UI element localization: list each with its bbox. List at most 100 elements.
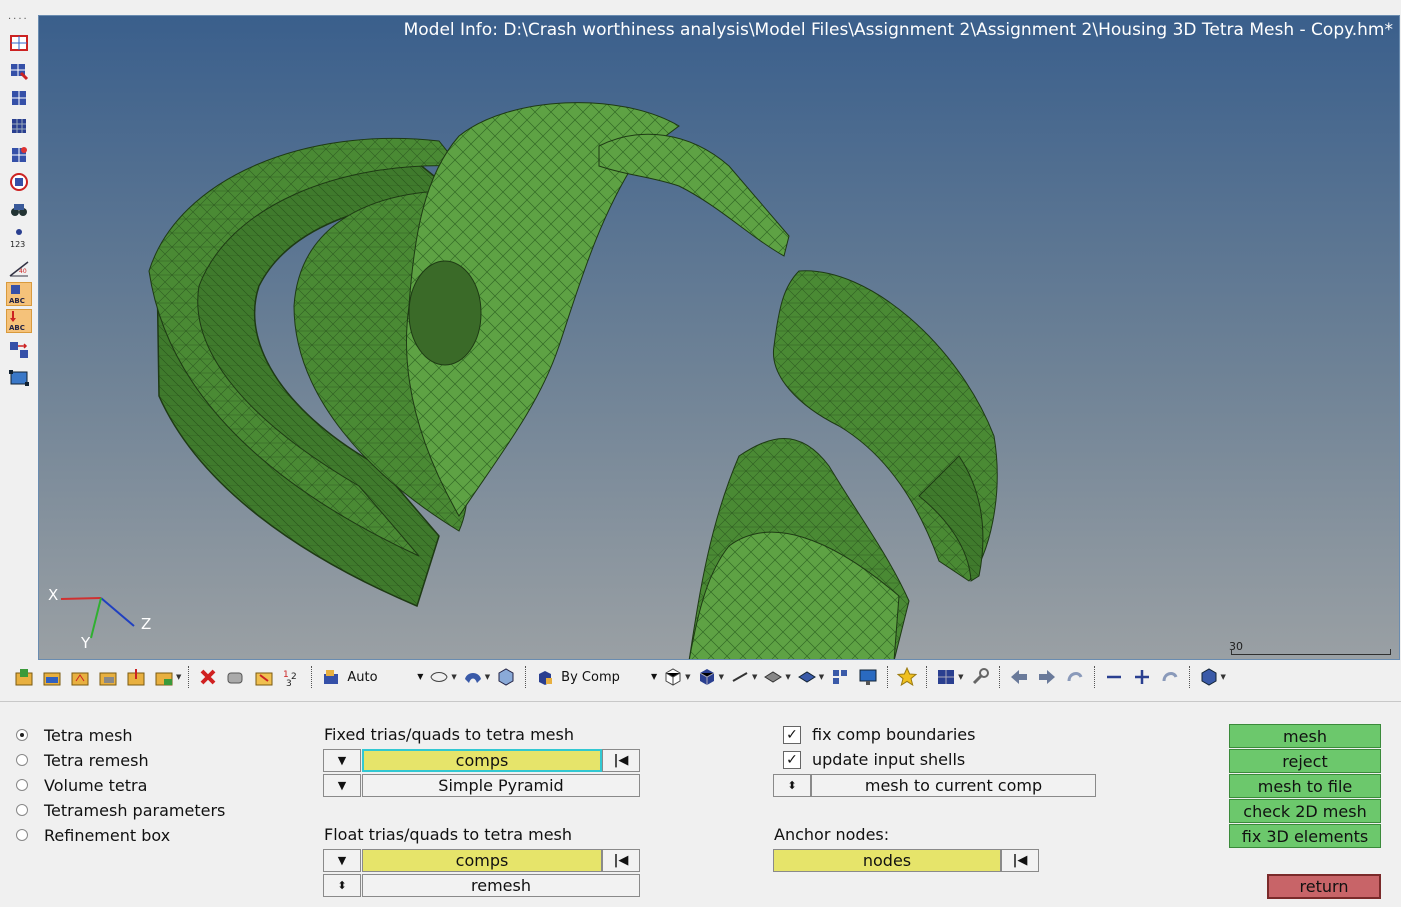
rotate-view-icon[interactable] (1158, 665, 1182, 689)
anchor-reset-button[interactable]: |◀ (1001, 849, 1039, 872)
plane-icon[interactable] (6, 366, 32, 390)
radio[interactable] (16, 754, 28, 766)
export-icon[interactable] (124, 665, 148, 689)
element-types-icon[interactable] (828, 665, 852, 689)
wrench-icon[interactable] (968, 665, 992, 689)
fixed-comps-selector[interactable]: comps (362, 749, 602, 772)
node-id-icon[interactable]: 123 (6, 226, 32, 250)
view-orientation-icon[interactable] (1197, 665, 1221, 689)
mode-tetramesh-parameters[interactable]: Tetramesh parameters (16, 799, 225, 821)
return-button[interactable]: return (1267, 874, 1381, 899)
mode-refinement-box[interactable]: Refinement box (16, 824, 170, 846)
load-abc-icon[interactable]: ABC (6, 309, 32, 333)
svg-text:40: 40 (19, 268, 27, 275)
no-select-icon[interactable] (6, 170, 32, 194)
chevron-down-icon[interactable]: ▼ (485, 673, 490, 681)
chevron-down-icon[interactable]: ▼ (176, 673, 181, 681)
chevron-down-icon[interactable]: ▼ (1221, 673, 1226, 681)
delete-icon[interactable] (196, 665, 220, 689)
float-selector-dropdown[interactable]: ▼ (323, 849, 361, 872)
mode-tetra-remesh[interactable]: Tetra remesh (16, 749, 149, 771)
chevron-down-icon[interactable]: ▼ (958, 673, 963, 681)
fixed-selector-dropdown[interactable]: ▼ (323, 749, 361, 772)
reject-button[interactable]: reject (1229, 749, 1381, 773)
chevron-down-icon[interactable]: ▼ (819, 673, 824, 681)
chevron-down-icon: ▼ (651, 672, 658, 681)
favorite-star-icon[interactable] (895, 665, 919, 689)
clear-icon[interactable] (224, 665, 248, 689)
color-mode-select[interactable]: By Comp ▼ (559, 666, 659, 688)
destination-value[interactable]: mesh to current comp (811, 774, 1096, 797)
next-view-icon[interactable] (1035, 665, 1059, 689)
import-model-icon[interactable] (12, 665, 36, 689)
chevron-down-icon[interactable]: ▼ (451, 673, 456, 681)
export-solver-icon[interactable] (152, 665, 176, 689)
mode-tetra-mesh[interactable]: Tetra mesh (16, 724, 133, 746)
import-geometry-icon[interactable] (96, 665, 120, 689)
reset-icon: |◀ (613, 853, 629, 868)
chevron-down-icon[interactable]: ▼ (685, 673, 690, 681)
shaded-elements-icon[interactable] (695, 665, 719, 689)
radio[interactable] (16, 804, 28, 816)
shell-display-icon[interactable] (795, 665, 819, 689)
graphics-viewport[interactable]: X Y Z Model Info: D:\Crash worthiness an… (38, 15, 1400, 660)
find-icon[interactable] (6, 198, 32, 222)
radio[interactable] (16, 779, 28, 791)
float-reset-button[interactable]: |◀ (602, 849, 640, 872)
float-option-value[interactable]: remesh (362, 874, 640, 897)
up-down-icon: ⬍ (337, 879, 347, 892)
fixed-option-value[interactable]: Simple Pyramid (362, 774, 640, 797)
fix-3d-elements-button[interactable]: fix 3D elements (1229, 824, 1381, 848)
zoom-in-icon[interactable] (1130, 665, 1154, 689)
folder-icon[interactable] (252, 665, 276, 689)
fix-comp-boundaries-checkbox[interactable]: ✓ (783, 726, 801, 744)
svg-text:ABC: ABC (9, 324, 25, 332)
scale-bar (1231, 649, 1391, 655)
wire-elements-icon[interactable] (661, 665, 685, 689)
toolbar-separator (998, 666, 1000, 688)
tetra-elements-icon[interactable] (6, 114, 32, 138)
zoom-out-icon[interactable] (1102, 665, 1126, 689)
mesh-button[interactable]: mesh (1229, 724, 1381, 748)
radio[interactable] (16, 829, 28, 841)
monitor-icon[interactable] (856, 665, 880, 689)
chevron-down-icon[interactable]: ▼ (785, 673, 790, 681)
line-display-icon[interactable] (728, 665, 752, 689)
float-comps-selector[interactable]: comps (362, 849, 602, 872)
anchor-nodes-selector[interactable]: nodes (773, 849, 1001, 872)
auto-display-icon (319, 665, 343, 689)
check-2d-mesh-button[interactable]: check 2D mesh (1229, 799, 1381, 823)
renumber-icon[interactable]: 123 (280, 665, 304, 689)
chevron-down-icon[interactable]: ▼ (752, 673, 757, 681)
previous-view-icon[interactable] (1007, 665, 1031, 689)
mode-volume-tetra[interactable]: Volume tetra (16, 774, 147, 796)
auto-select[interactable]: Auto ▼ (345, 666, 425, 688)
display-elements-icon[interactable] (6, 86, 32, 110)
measure-icon[interactable]: 40 (6, 256, 32, 280)
label-abc-icon[interactable]: ABC (6, 282, 32, 306)
fixed-option-dropdown[interactable]: ▼ (323, 774, 361, 797)
transfer-icon[interactable] (6, 338, 32, 362)
fixed-reset-button[interactable]: |◀ (602, 749, 640, 772)
undo-view-icon[interactable] (1063, 665, 1087, 689)
chevron-down-icon[interactable]: ▼ (719, 673, 724, 681)
float-option-toggle[interactable]: ⬍ (323, 874, 361, 897)
mask-elements-icon[interactable] (934, 665, 958, 689)
solid-box-icon[interactable] (494, 665, 518, 689)
mode-label: Refinement box (44, 825, 171, 845)
shell-check-icon[interactable] (6, 143, 32, 167)
mesh-to-file-button[interactable]: mesh to file (1229, 774, 1381, 798)
svg-text:123: 123 (10, 240, 25, 249)
wireframe-shading-icon[interactable] (427, 665, 451, 689)
destination-toggle[interactable]: ⬍ (773, 774, 811, 797)
tetramesh-panel: Tetra mesh Tetra remesh Volume tetra Tet… (0, 702, 1401, 907)
open-model-icon[interactable] (40, 665, 64, 689)
element-mask-icon[interactable] (6, 59, 32, 83)
elements-icon[interactable] (6, 31, 32, 55)
update-input-shells-checkbox[interactable]: ✓ (783, 751, 801, 769)
radio-selected[interactable] (16, 729, 28, 741)
toolbar-grip: ···· (8, 14, 29, 25)
surface-display-icon[interactable] (761, 665, 785, 689)
surface-shading-icon[interactable] (461, 665, 485, 689)
save-model-icon[interactable] (68, 665, 92, 689)
